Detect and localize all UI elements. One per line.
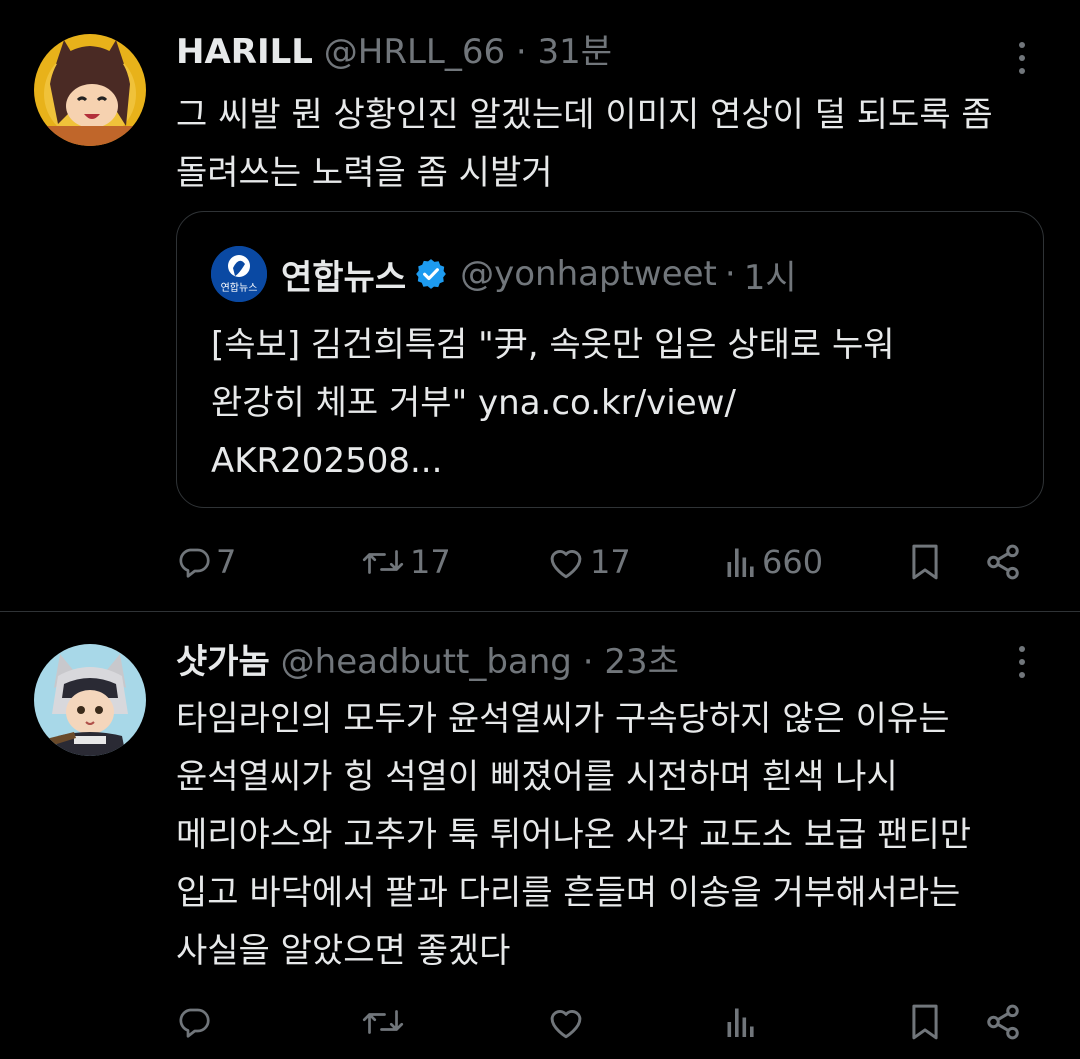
tweet-text: 타임라인의 모두가 윤석열씨가 구속당하지 않은 이유는 윤석열씨가 힝 석열이… [176,690,1040,980]
quoted-display-name[interactable]: 연합뉴스 [281,250,406,299]
separator: · [582,642,594,682]
reply-icon [179,1008,210,1038]
tweet-text: 그 씨발 뭔 상황인진 알겠는데 이미지 연상이 덜 되도록 좀 돌려쓰는 노력… [176,86,1040,202]
share-icon [987,544,1019,580]
views-count: 660 [762,543,824,581]
tweet-actions: 7 17 17 660 [0,532,1080,592]
retweet-button[interactable] [360,992,410,1052]
views-button[interactable]: 660 [724,532,823,592]
reply-count: 7 [216,543,237,581]
quoted-tweet-header: 연합뉴스 연합뉴스 @yonhaptweet · 1시 [211,246,797,302]
handle[interactable]: @HRLL_66 [324,32,505,72]
like-icon [550,549,582,579]
yonhap-logo[interactable]: 연합뉴스 [211,246,267,302]
reply-button[interactable]: 7 [176,532,236,592]
retweet-icon [362,550,404,574]
more-icon[interactable] [1012,40,1032,76]
verified-icon [416,259,446,289]
tweet-text-line: 사실을 알았으면 좋겠다 [176,931,511,971]
tweet-text-line: 메리야스와 고추가 툭 튀어나온 사각 교도소 보급 팬티만 [176,815,972,855]
retweet-icon [362,1010,404,1034]
quoted-tweet[interactable]: 연합뉴스 연합뉴스 @yonhaptweet · 1시 [속보] 김건희특검 "… [176,211,1044,508]
tweet-text-line: 타임라인의 모두가 윤석열씨가 구속당하지 않은 이유는 [176,699,950,739]
more-icon[interactable] [1012,644,1032,680]
share-button[interactable] [984,992,1022,1052]
retweet-button[interactable]: 17 [360,532,451,592]
quoted-timestamp[interactable]: 1시 [744,250,797,299]
reply-button[interactable] [176,992,216,1052]
bookmark-button[interactable] [908,992,942,1052]
like-button[interactable]: 17 [546,532,631,592]
tweet-text-line: 입고 바닥에서 팔과 다리를 흔들며 이송을 거부해서라는 [176,873,961,913]
quoted-text-line: AKR202508... [211,441,443,481]
views-icon [727,548,754,577]
avatar-image [34,34,146,146]
retweet-count: 17 [410,543,451,581]
avatar[interactable] [34,644,146,756]
views-icon [727,1008,754,1037]
quoted-tweet-text: [속보] 김건희특검 "尹, 속옷만 입은 상태로 누워 완강히 체포 거부" … [211,316,895,490]
like-button[interactable] [546,992,590,1052]
views-button[interactable] [724,992,762,1052]
bookmark-icon [912,544,938,580]
display-name[interactable]: HARILL [176,32,313,72]
like-count: 17 [590,543,631,581]
tweet-actions [0,992,1080,1052]
quoted-handle[interactable]: @yonhaptweet [460,254,717,294]
tweet[interactable]: HARILL @HRLL_66 · 31분 그 씨발 뭔 상황인진 알겠는데 이… [0,0,1080,611]
avatar-image [34,644,146,756]
timestamp[interactable]: 23초 [604,642,679,682]
tweet-header: 샷가놈 @headbutt_bang · 23초 [176,640,679,684]
tweet-text-line: 돌려쓰는 노력을 좀 시발거 [176,153,553,193]
handle[interactable]: @headbutt_bang [281,642,572,682]
tweet[interactable]: 샷가놈 @headbutt_bang · 23초 타임라인의 모두가 윤석열씨가… [0,612,1080,1059]
share-button[interactable] [984,532,1022,592]
logo-text: 연합뉴스 [221,282,258,294]
tweet-text-line: 그 씨발 뭔 상황인진 알겠는데 이미지 연상이 덜 되도록 좀 [176,95,993,135]
bookmark-icon [912,1004,938,1040]
quoted-text-line: 완강히 체포 거부" yna.co.kr/view/ [211,383,736,423]
quoted-text-line: [속보] 김건희특검 "尹, 속옷만 입은 상태로 누워 [211,325,895,365]
share-icon [987,1004,1019,1040]
reply-icon [179,548,210,578]
tweet-text-line: 윤석열씨가 힝 석열이 삐졌어를 시전하며 흰색 나시 [176,757,898,797]
separator: · [724,254,736,294]
tweet-header: HARILL @HRLL_66 · 31분 [176,30,612,74]
like-icon [550,1009,582,1039]
timestamp[interactable]: 31분 [538,32,613,72]
bookmark-button[interactable] [908,532,942,592]
separator: · [515,32,527,72]
avatar[interactable] [34,34,146,146]
display-name[interactable]: 샷가놈 [176,642,270,682]
